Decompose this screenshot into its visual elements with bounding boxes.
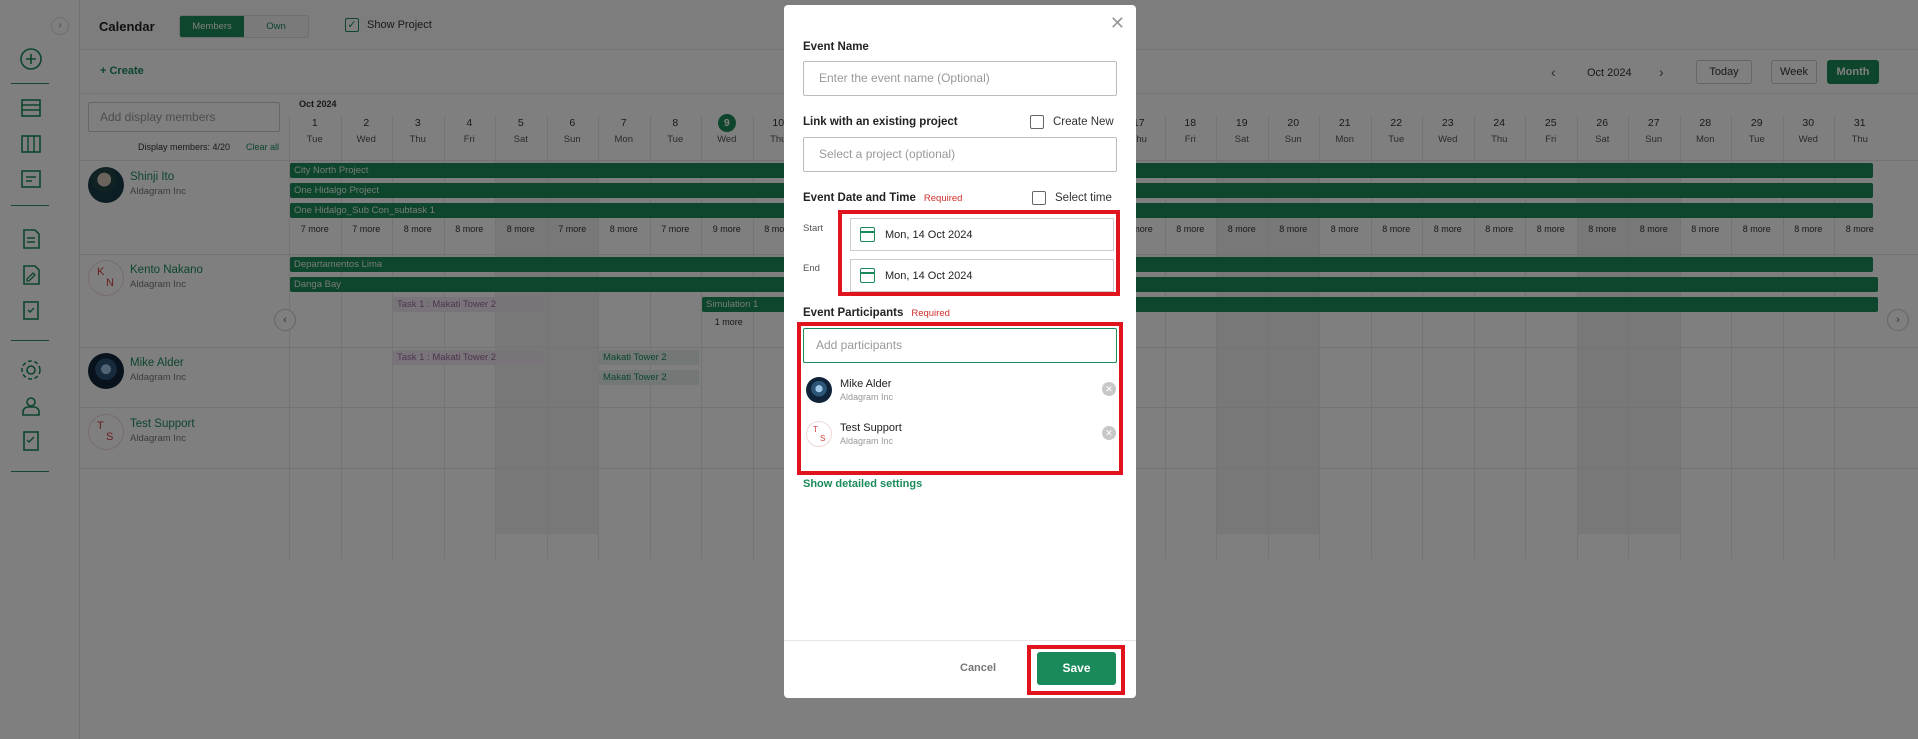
save-highlight-box <box>1027 645 1125 695</box>
create-event-modal: ✕ Event Name Enter the event name (Optio… <box>784 5 1136 698</box>
show-detailed-settings-link[interactable]: Show detailed settings <box>803 478 922 490</box>
create-new-checkbox[interactable]: Create New <box>1030 115 1114 129</box>
create-new-label: Create New <box>1053 116 1114 128</box>
checkbox[interactable] <box>1030 115 1044 129</box>
participants-highlight-box <box>797 322 1123 475</box>
date-highlight-box <box>838 210 1120 296</box>
required-tag: Required <box>923 193 963 204</box>
project-label: Link with an existing project <box>803 116 958 128</box>
end-label: End <box>803 263 820 274</box>
required-tag: Required <box>911 308 950 319</box>
checkbox[interactable] <box>1032 191 1046 205</box>
close-icon[interactable]: ✕ <box>1110 14 1125 32</box>
project-select[interactable]: Select a project (optional) <box>803 137 1117 172</box>
event-name-input[interactable]: Enter the event name (Optional) <box>803 61 1117 96</box>
event-name-label: Event Name <box>803 41 869 53</box>
cancel-button[interactable]: Cancel <box>960 662 996 674</box>
select-time-label: Select time <box>1055 192 1112 204</box>
participants-title: Event Participants <box>803 307 904 319</box>
event-date-label: Event Date and Time Required <box>803 192 962 204</box>
start-label: Start <box>803 223 824 234</box>
participants-label: Event Participants Required <box>803 307 950 319</box>
modal-footer-divider <box>784 640 1136 641</box>
select-time-checkbox[interactable]: Select time <box>1032 191 1112 205</box>
event-date-title: Event Date and Time <box>803 192 916 204</box>
